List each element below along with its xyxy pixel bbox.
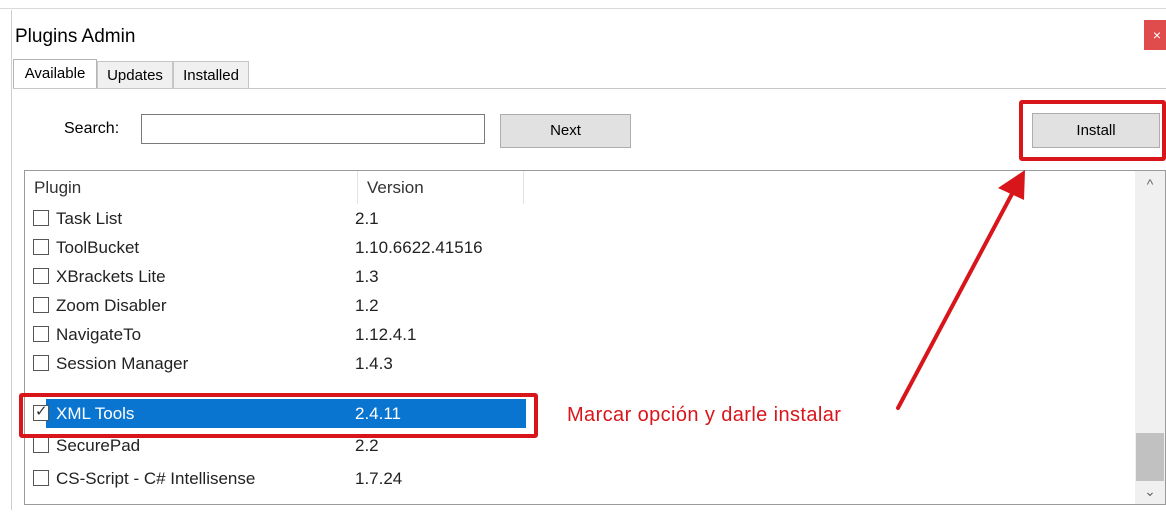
list-header: Plugin Version	[25, 171, 1165, 204]
annotation-text: Marcar opción y darle instalar	[567, 404, 842, 426]
column-header-version[interactable]: Version	[367, 171, 424, 204]
scroll-up-icon[interactable]: ^	[1135, 171, 1165, 197]
plugins-admin-dialog: Plugins Admin × Available Updates Instal…	[0, 0, 1166, 519]
plugin-version: 1.7.24	[355, 469, 403, 488]
plugin-name: Session Manager	[56, 354, 189, 373]
vertical-scrollbar[interactable]: ^ ⌄	[1135, 171, 1165, 504]
checkbox[interactable]	[33, 355, 49, 371]
list-item[interactable]: NavigateTo 1.12.4.1	[25, 320, 525, 349]
search-label: Search:	[64, 120, 120, 137]
plugin-version: 1.3	[355, 267, 379, 286]
column-divider	[523, 171, 524, 204]
list-item[interactable]: XBrackets Lite 1.3	[25, 262, 525, 291]
plugin-name: Task List	[56, 209, 123, 228]
tab-available[interactable]: Available	[13, 59, 97, 88]
list-item[interactable]: Zoom Disabler 1.2	[25, 291, 525, 320]
list-item[interactable]: CS-Script - C# Intellisense 1.7.24	[25, 464, 525, 493]
column-header-plugin[interactable]: Plugin	[34, 171, 81, 204]
dialog-title: Plugins Admin	[15, 26, 136, 47]
checkbox[interactable]	[33, 470, 49, 486]
plugin-name: Zoom Disabler	[56, 296, 167, 315]
column-divider	[357, 171, 358, 204]
row-highlight-box	[19, 393, 538, 438]
list-item[interactable]: Session Manager 1.4.3	[25, 349, 525, 378]
checkbox[interactable]	[33, 210, 49, 226]
list-item[interactable]: Task List 2.1	[25, 204, 525, 233]
list-item[interactable]: ToolBucket 1.10.6622.41516	[25, 233, 525, 262]
next-button[interactable]: Next	[500, 114, 631, 148]
tab-installed[interactable]: Installed	[173, 61, 249, 88]
plugin-version: 1.12.4.1	[355, 325, 417, 344]
close-button[interactable]: ×	[1144, 20, 1166, 50]
checkbox[interactable]	[33, 326, 49, 342]
tab-updates[interactable]: Updates	[97, 61, 173, 88]
checkbox[interactable]	[33, 437, 49, 453]
plugin-name: NavigateTo	[56, 325, 142, 344]
window-left-border	[11, 10, 12, 510]
checkbox[interactable]	[33, 268, 49, 284]
plugin-version: 1.2	[355, 296, 379, 315]
plugin-name: XBrackets Lite	[56, 267, 166, 286]
search-input[interactable]	[141, 114, 485, 144]
plugin-name: ToolBucket	[56, 238, 140, 257]
window-top-border	[0, 8, 1166, 9]
plugin-version: 2.1	[355, 209, 379, 228]
scroll-down-icon[interactable]: ⌄	[1135, 478, 1165, 504]
plugin-version: 1.4.3	[355, 354, 393, 373]
tab-panel-border	[13, 88, 1166, 89]
checkbox[interactable]	[33, 239, 49, 255]
scroll-thumb[interactable]	[1136, 433, 1164, 481]
checkbox[interactable]	[33, 297, 49, 313]
plugin-list[interactable]: Plugin Version Task List 2.1 ToolBucket …	[24, 170, 1166, 505]
close-icon: ×	[1152, 27, 1162, 43]
install-highlight-box	[1019, 100, 1166, 161]
plugin-name: CS-Script - C# Intellisense	[56, 469, 256, 488]
plugin-version: 1.10.6622.41516	[355, 238, 483, 257]
